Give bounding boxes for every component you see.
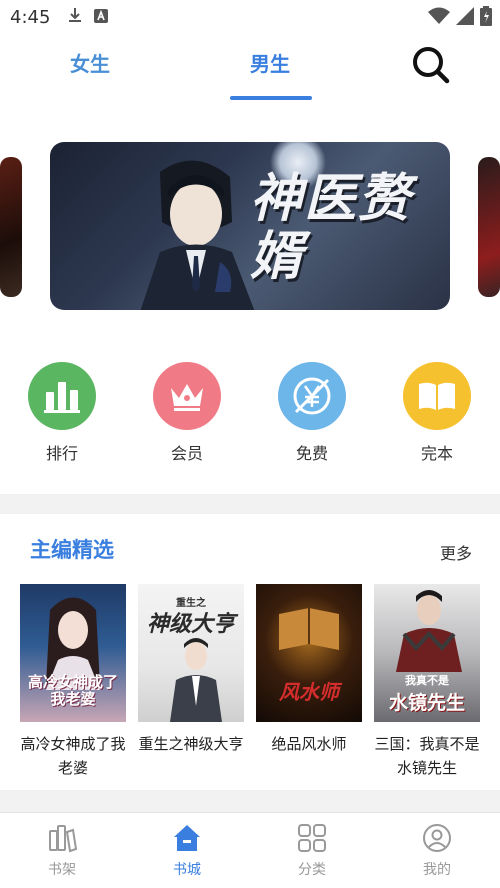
- book-cover-title: 神级大亨: [146, 612, 235, 637]
- book-cover-title: 风水师: [279, 680, 339, 704]
- more-link[interactable]: 更多: [440, 540, 472, 564]
- nav-label: 书架: [48, 862, 76, 878]
- active-tab-indicator: [230, 96, 312, 100]
- yen-free-icon: [278, 362, 346, 430]
- book-cover: 我真不是 水镜先生: [374, 584, 480, 722]
- quick-entry-ranking[interactable]: 排行: [22, 362, 102, 464]
- book-cover-title: 水镜先生: [388, 692, 465, 714]
- section-title: 主编精选: [30, 538, 114, 562]
- search-icon: [413, 47, 450, 84]
- quick-entry-label: 完本: [420, 444, 453, 463]
- battery-icon: [480, 6, 492, 26]
- nav-label: 书城: [173, 862, 201, 878]
- category-grid-icon: [298, 824, 326, 852]
- section-divider: [0, 790, 500, 812]
- nav-bookshelf[interactable]: 书架: [22, 823, 102, 879]
- book-title: 绝品风水师: [271, 735, 347, 753]
- quick-entry-vip[interactable]: 会员: [147, 362, 227, 464]
- bookshelf-icon: [49, 825, 78, 853]
- search-button[interactable]: [410, 44, 452, 86]
- app-notification-icon: [94, 8, 109, 27]
- book-card[interactable]: 我真不是 水镜先生 三国：我真不是水镜先生: [374, 584, 482, 780]
- quick-entry-label: 免费: [295, 444, 328, 463]
- section-divider: [0, 494, 500, 514]
- banner-slide[interactable]: 神医赘婿: [50, 142, 450, 310]
- channel-tabs: 女生 男生: [0, 34, 500, 104]
- quick-entry-free[interactable]: 免费: [272, 362, 352, 464]
- quick-entry-row: 排行 会员 免费 完本: [0, 362, 500, 472]
- book-cover: 高冷女神成了我老婆: [20, 584, 126, 722]
- signal-icon: [456, 7, 474, 25]
- ranking-bars-icon: [28, 362, 96, 430]
- tab-male[interactable]: 男生: [250, 48, 290, 77]
- nav-profile[interactable]: 我的: [397, 823, 477, 879]
- status-bar: 4:45: [0, 0, 500, 34]
- banner-title: 神医赘婿: [250, 169, 413, 287]
- book-card[interactable]: 重生之 神级大亨 重生之神级大亨: [138, 584, 246, 756]
- banner-next-peek[interactable]: [478, 157, 500, 297]
- status-indicators: [428, 6, 492, 26]
- book-cover-subtitle: 我真不是: [405, 674, 449, 687]
- download-icon: [68, 7, 82, 27]
- nav-bookstore[interactable]: 书城: [147, 823, 227, 879]
- nav-label: 分类: [298, 862, 326, 878]
- book-title: 三国：我真不是水镜先生: [374, 735, 480, 777]
- wifi-icon: [428, 7, 450, 24]
- book-title: 高冷女神成了我老婆: [20, 735, 126, 777]
- banner-prev-peek[interactable]: [0, 157, 22, 297]
- profile-icon: [423, 824, 451, 852]
- crown-icon: [153, 362, 221, 430]
- book-card[interactable]: 风水师 绝品风水师: [256, 584, 364, 756]
- bottom-nav: 书架 书城 分类 我的: [0, 812, 500, 888]
- book-cover-title: 高冷女神成了我老婆: [28, 673, 119, 708]
- banner-carousel[interactable]: 神医赘婿: [0, 142, 500, 312]
- banner-character-art: [140, 160, 255, 310]
- book-cover: 风水师: [256, 584, 362, 722]
- tab-female[interactable]: 女生: [70, 48, 110, 77]
- book-title: 重生之神级大亨: [138, 735, 244, 753]
- quick-entry-label: 会员: [170, 444, 203, 463]
- open-book-icon: [403, 362, 471, 430]
- nav-category[interactable]: 分类: [272, 823, 352, 879]
- bookstore-home-icon: [174, 825, 200, 851]
- quick-entry-completed[interactable]: 完本: [397, 362, 477, 464]
- quick-entry-label: 排行: [45, 444, 78, 463]
- book-card[interactable]: 高冷女神成了我老婆 高冷女神成了我老婆: [20, 584, 128, 780]
- book-cover: 重生之 神级大亨: [138, 584, 244, 722]
- status-time: 4:45: [10, 6, 51, 28]
- nav-label: 我的: [423, 862, 451, 878]
